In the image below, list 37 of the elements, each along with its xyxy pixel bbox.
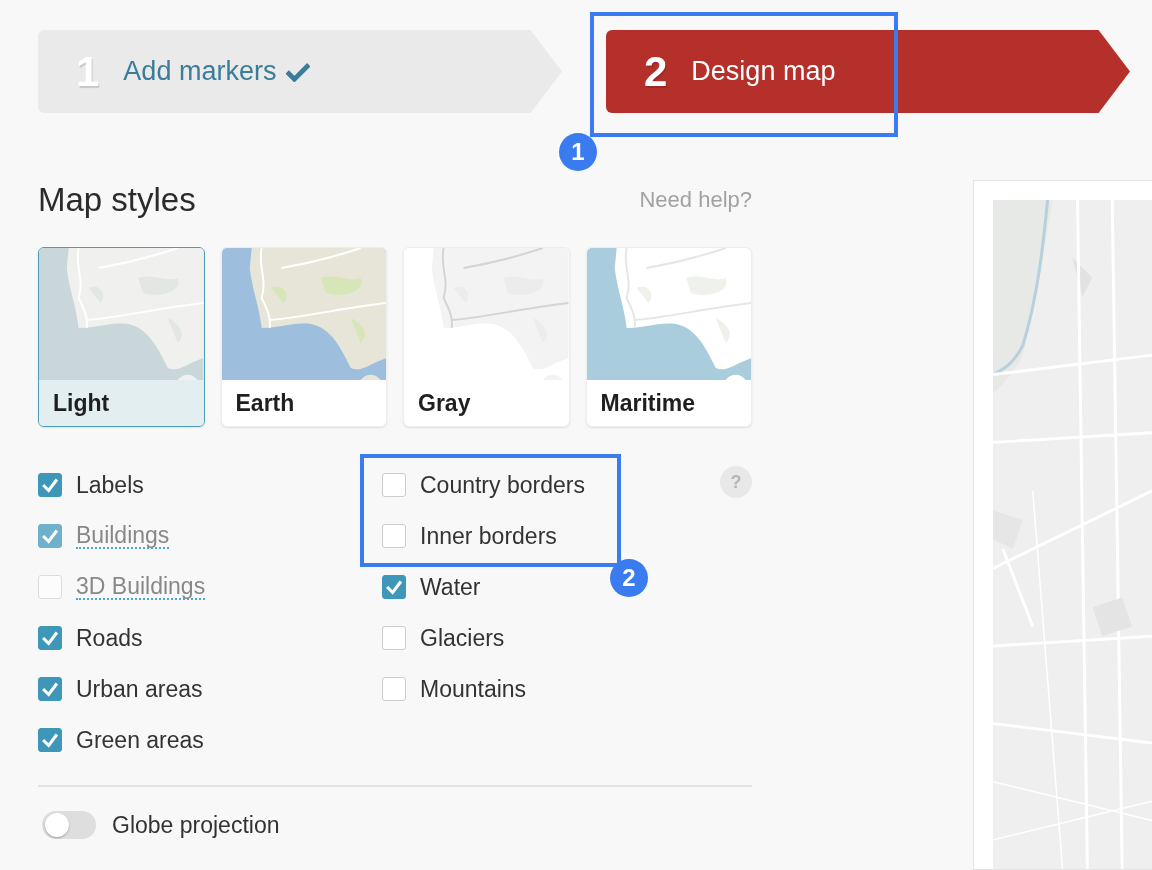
checkbox[interactable] [382, 626, 406, 650]
layer-label: Urban areas [76, 675, 203, 703]
checkbox[interactable] [382, 677, 406, 701]
layer-label: Roads [76, 624, 143, 652]
layer-label: Water [420, 573, 481, 601]
style-label: Maritime [599, 388, 697, 418]
step-label: Add markers [123, 56, 277, 87]
checkbox[interactable] [38, 626, 62, 650]
layer-label: Labels [76, 471, 144, 499]
layer-label: Green areas [76, 726, 204, 754]
style-label: Gray [417, 388, 472, 418]
layer-label: 3D Buildings [76, 573, 206, 601]
step-tab[interactable]: 2 Design map [606, 30, 1130, 113]
style-label: Light [39, 380, 204, 426]
layer-label: Buildings [76, 522, 170, 550]
step-badge: 2 [610, 559, 648, 597]
checkbox[interactable] [38, 728, 62, 752]
layer-label: Glaciers [420, 624, 505, 652]
style-card[interactable]: Maritime [585, 247, 752, 427]
layer-label: Inner borders [420, 522, 557, 550]
checkbox[interactable] [38, 677, 62, 701]
style-label: Earth [234, 388, 296, 418]
toggle-switch[interactable] [42, 811, 96, 839]
step-number: 2 [644, 47, 668, 96]
step-badge: 1 [559, 133, 597, 171]
style-card[interactable]: Earth [220, 247, 387, 427]
step-label: Design map [691, 56, 836, 87]
checkbox[interactable] [382, 575, 406, 599]
style-card[interactable]: Gray [403, 247, 570, 427]
layer-label: Country borders [420, 471, 585, 499]
checkbox[interactable] [382, 524, 406, 548]
checkbox[interactable] [38, 473, 62, 497]
section-title: Map styles [38, 181, 196, 219]
toggle-label: Globe projection [112, 811, 280, 839]
style-card[interactable]: Light [38, 247, 205, 427]
checkbox[interactable] [382, 473, 406, 497]
layer-label: Mountains [420, 675, 527, 703]
